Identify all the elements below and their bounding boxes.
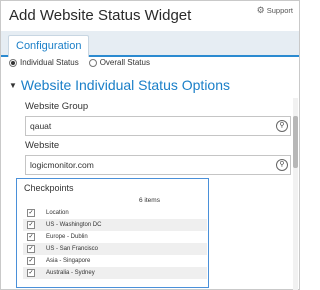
- checkpoint-label: US - Washington DC: [46, 222, 102, 228]
- website-group-value: qauat: [30, 121, 52, 131]
- dialog-header: Add Website Status Widget ⚙ Support: [1, 1, 299, 31]
- checkpoint-row: ✓ Asia - Singapore: [23, 255, 207, 267]
- checkpoint-label: Europe - Dublin: [46, 234, 88, 240]
- checkpoints-count: 6 items: [139, 197, 160, 204]
- checkpoint-row: ✓ US - San Francisco: [23, 243, 207, 255]
- overall-status-radio[interactable]: [88, 58, 97, 67]
- checkpoints-list: ✓ Location ✓ US - Washington DC ✓ Europe…: [23, 207, 207, 279]
- support-link[interactable]: ⚙ Support: [257, 5, 293, 16]
- checkpoint-checkbox[interactable]: ✓: [27, 257, 35, 265]
- status-type-radio-group: Individual Status Overall Status: [9, 58, 160, 67]
- gear-icon: ⚙: [256, 5, 265, 15]
- tab-configuration[interactable]: Configuration: [8, 35, 90, 57]
- scrollbar-thumb[interactable]: [293, 116, 298, 168]
- select-all-checkbox[interactable]: ✓: [27, 209, 35, 217]
- section-header[interactable]: ▼ Website Individual Status Options: [9, 77, 230, 93]
- checkpoint-row: ✓ Europe - Dublin: [23, 231, 207, 243]
- tab-bar: Configuration: [1, 31, 299, 57]
- search-icon[interactable]: ⚲: [276, 120, 288, 132]
- website-group-input[interactable]: qauat ⚲: [25, 116, 291, 136]
- support-label: Support: [266, 6, 293, 15]
- checkpoint-row: ✓ Australia - Sydney: [23, 267, 207, 279]
- caret-down-icon: ▼: [9, 80, 17, 90]
- website-label: Website: [25, 140, 60, 151]
- content-scrollbar[interactable]: [293, 98, 298, 290]
- checkpoint-checkbox[interactable]: ✓: [27, 221, 35, 229]
- section-title: Website Individual Status Options: [20, 77, 230, 93]
- overall-status-label: Overall Status: [99, 58, 150, 67]
- checkpoint-label: Australia - Sydney: [46, 270, 95, 276]
- individual-status-label: Individual Status: [20, 58, 79, 67]
- dialog-title: Add Website Status Widget: [9, 7, 192, 24]
- checkpoint-label: Asia - Singapore: [46, 258, 91, 264]
- options-content: Website Group qauat ⚲ Website logicmonit…: [1, 96, 291, 290]
- checkpoint-checkbox[interactable]: ✓: [27, 233, 35, 241]
- website-group-label: Website Group: [25, 101, 89, 112]
- checkpoints-header-row: ✓ Location: [23, 207, 207, 219]
- individual-status-radio[interactable]: [9, 58, 17, 67]
- search-icon[interactable]: ⚲: [276, 159, 288, 171]
- website-value: logicmonitor.com: [30, 160, 94, 170]
- add-widget-dialog: Add Website Status Widget ⚙ Support Conf…: [0, 0, 300, 290]
- checkpoint-checkbox[interactable]: ✓: [27, 269, 35, 277]
- checkpoint-checkbox[interactable]: ✓: [27, 245, 35, 253]
- checkpoints-label: Checkpoints: [24, 183, 74, 193]
- location-column-header: Location: [46, 210, 69, 216]
- individual-status-option[interactable]: Individual Status: [9, 58, 79, 67]
- website-input[interactable]: logicmonitor.com ⚲: [25, 155, 291, 175]
- checkpoint-row: ✓ US - Washington DC: [23, 219, 207, 231]
- checkpoints-panel: Checkpoints 6 items ✓ Location ✓ US - Wa…: [16, 178, 209, 288]
- checkpoint-label: US - San Francisco: [46, 246, 99, 252]
- overall-status-option[interactable]: Overall Status: [88, 58, 150, 67]
